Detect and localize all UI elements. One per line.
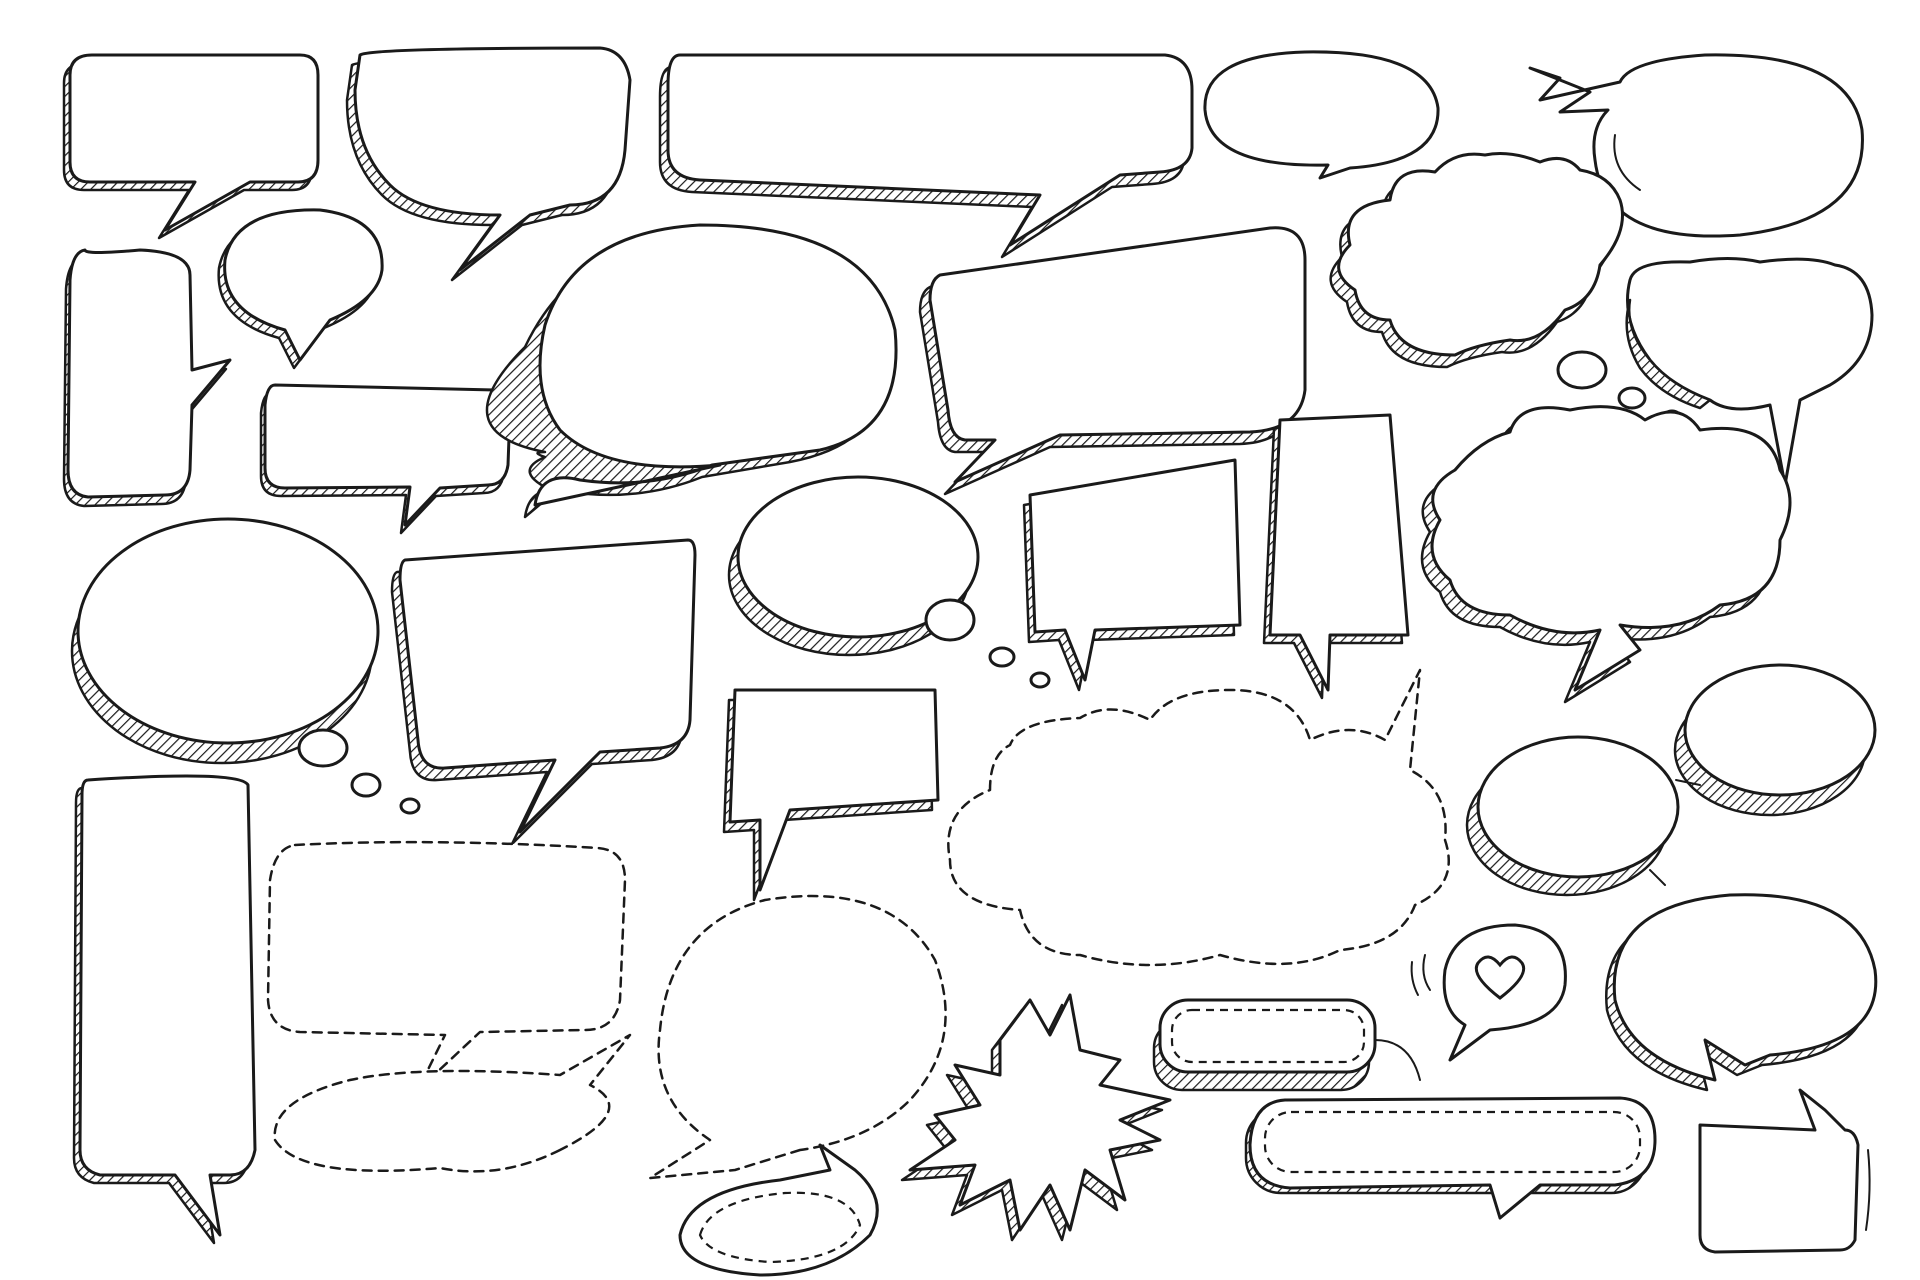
thought-oval-left xyxy=(70,517,421,815)
speech-bubble-pill-pair xyxy=(1152,998,1657,1220)
speech-bubble-small-square-right xyxy=(1698,1088,1871,1254)
speech-bubble-oval-bottom-right xyxy=(1605,893,1878,1092)
speech-bubbles-illustration xyxy=(0,0,1920,1280)
speech-bubble-square-1 xyxy=(390,538,697,846)
speech-bubble-dashed-oval xyxy=(648,894,947,1180)
speech-bubble-dashed-rect xyxy=(266,840,627,1092)
speech-bubble-double-oval xyxy=(1465,663,1877,897)
speech-bubble-small-box xyxy=(722,688,940,902)
speech-bubble-small-rect xyxy=(259,383,512,535)
speech-bubble-wide-top xyxy=(345,46,632,282)
speech-bubble-cloud-large xyxy=(1420,405,1792,704)
illustration-svg xyxy=(62,46,1878,1277)
speech-bubble-tall-column xyxy=(72,774,257,1245)
speech-bubble-trapezoid xyxy=(918,226,1307,496)
speech-bubble-heart xyxy=(1410,923,1567,1062)
speech-bubble-tall-rect xyxy=(62,248,232,508)
speech-bubble-large-oval xyxy=(485,223,898,519)
speech-cloud-dashed xyxy=(947,668,1450,967)
thought-oval-middle xyxy=(727,475,1051,689)
speech-bubble-oval-small xyxy=(1203,50,1440,180)
speech-bubble-rounded-rect-1 xyxy=(62,53,320,240)
speech-bubble-small-round xyxy=(217,208,384,370)
speech-bubble-slanted-rect xyxy=(1022,458,1242,692)
speech-bubble-tall-box xyxy=(1262,413,1410,700)
